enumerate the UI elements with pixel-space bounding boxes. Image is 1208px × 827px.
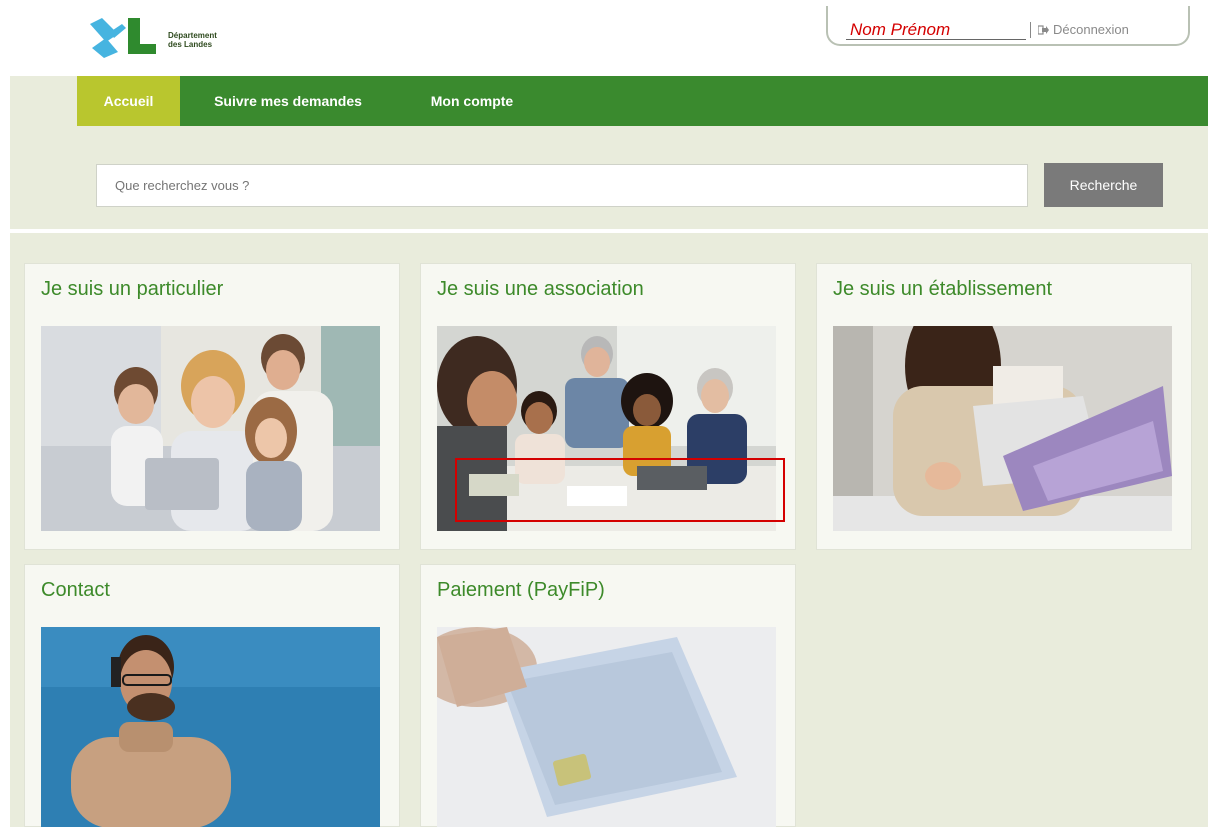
site-header: Département des Landes Nom Prénom Déconn…: [0, 0, 1208, 76]
documents-image: [833, 326, 1172, 531]
highlight-annotation: [455, 458, 785, 522]
family-image: [41, 326, 380, 531]
card-image-contact: [41, 627, 380, 827]
nav-item-suivre-mes-demandes[interactable]: Suivre mes demandes: [192, 76, 384, 126]
contact-image: [41, 627, 380, 827]
card-image-payment: [437, 627, 776, 827]
xl-logo-mark: [90, 18, 156, 58]
search-input[interactable]: [96, 164, 1028, 207]
main-nav: Accueil Suivre mes demandes Mon compte: [77, 76, 1208, 126]
card-contact[interactable]: Contact: [24, 564, 400, 827]
card-particulier[interactable]: Je suis un particulier: [24, 263, 400, 550]
card-image-family: [41, 326, 380, 531]
user-name: Nom Prénom: [850, 20, 951, 39]
nav-item-accueil[interactable]: Accueil: [77, 76, 180, 126]
departement-landes-logo[interactable]: Département des Landes: [88, 14, 248, 60]
search-button[interactable]: Recherche: [1044, 163, 1163, 207]
logo-text: Département des Landes: [168, 31, 248, 49]
logout-icon: [1038, 25, 1049, 35]
card-paiement[interactable]: Paiement (PayFiP): [420, 564, 796, 827]
user-box: Nom Prénom Déconnexion: [826, 6, 1190, 46]
card-title: Je suis un établissement: [833, 278, 1053, 300]
logout-label: Déconnexion: [1053, 22, 1129, 37]
card-title: Je suis une association: [437, 278, 644, 300]
nav-item-mon-compte[interactable]: Mon compte: [412, 76, 532, 126]
card-title: Je suis un particulier: [41, 278, 224, 300]
card-title: Contact: [41, 579, 110, 601]
card-title: Paiement (PayFiP): [437, 579, 605, 601]
logo-text-line1: Département: [168, 31, 217, 40]
logo-text-line2: des Landes: [168, 40, 213, 49]
user-separator: [1030, 22, 1031, 38]
logout-link[interactable]: Déconnexion: [1038, 22, 1129, 37]
user-name-underline: [846, 39, 1026, 40]
card-image-documents: [833, 326, 1172, 531]
credit-card-image: [437, 627, 776, 827]
card-etablissement[interactable]: Je suis un établissement: [816, 263, 1192, 550]
